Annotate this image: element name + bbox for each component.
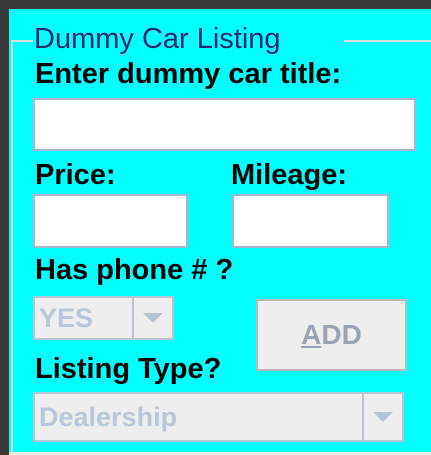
group-title: Dummy Car Listing: [34, 22, 344, 56]
add-button-label: DD: [321, 319, 362, 350]
listing-type-combobox-arrow[interactable]: [362, 394, 402, 440]
listing-type-label: Listing Type?: [35, 353, 222, 385]
window-frame-left: [0, 0, 9, 455]
add-button[interactable]: ADD: [256, 299, 407, 371]
listing-type-combobox-value: Dealership: [39, 402, 178, 432]
chevron-down-icon: [143, 313, 163, 323]
phone-combobox-value: YES: [39, 303, 94, 333]
price-input[interactable]: [33, 194, 188, 248]
car-title-label: Enter dummy car title:: [35, 58, 342, 90]
chevron-down-icon: [373, 412, 393, 422]
listing-type-combobox[interactable]: Dealership: [33, 392, 404, 442]
phone-label: Has phone # ?: [35, 254, 234, 286]
group-border-top-left: [11, 40, 33, 42]
price-label: Price:: [35, 159, 116, 191]
window-frame-top: [0, 0, 431, 9]
group-border-left: [11, 40, 13, 452]
group-border-top-right: [343, 40, 431, 42]
mileage-label: Mileage:: [231, 159, 348, 191]
phone-combobox[interactable]: YES: [33, 296, 174, 340]
mileage-input[interactable]: [232, 194, 389, 248]
car-title-input[interactable]: [33, 98, 416, 151]
phone-combobox-arrow[interactable]: [132, 298, 172, 338]
add-button-mnemonic: A: [301, 319, 322, 350]
